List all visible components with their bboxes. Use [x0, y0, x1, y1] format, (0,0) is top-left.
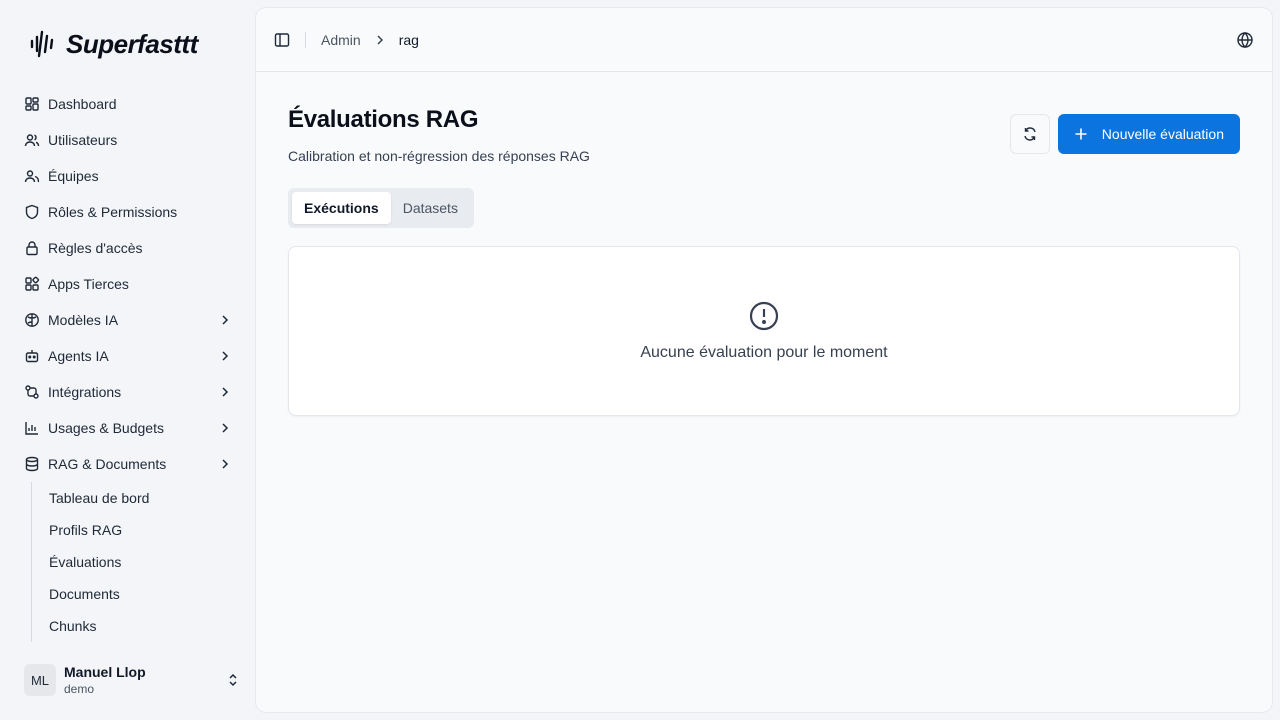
user-name: Manuel Llop — [64, 664, 146, 680]
sidebar-nav: Dashboard Utilisateurs Équipes Rôles & P… — [16, 86, 244, 642]
topbar: Admin rag — [256, 8, 1272, 72]
new-evaluation-label: Nouvelle évaluation — [1101, 126, 1224, 142]
breadcrumb-admin[interactable]: Admin — [321, 32, 361, 48]
refresh-button[interactable] — [1009, 114, 1050, 154]
sidebar-item-label: Rôles & Permissions — [48, 204, 178, 220]
chevron-right-icon — [218, 349, 232, 363]
sidebar-item-ai-agents[interactable]: Agents IA — [16, 338, 244, 374]
subnav-item-rag-dashboard[interactable]: Tableau de bord — [49, 482, 244, 514]
divider — [305, 31, 306, 48]
sidebar-item-users[interactable]: Utilisateurs — [16, 122, 244, 158]
sidebar-item-label: Équipes — [48, 168, 99, 184]
bar-chart-icon — [24, 420, 40, 436]
lock-icon — [24, 240, 40, 256]
sidebar-item-teams[interactable]: Équipes — [16, 158, 244, 194]
brain-icon — [24, 312, 40, 328]
sidebar-item-label: Usages & Budgets — [48, 420, 164, 436]
user-menu[interactable]: ML Manuel Llop demo — [24, 660, 240, 700]
integrations-icon — [24, 384, 40, 400]
empty-state-card: Aucune évaluation pour le moment — [288, 246, 1240, 416]
teams-icon — [24, 168, 40, 184]
users-icon — [24, 132, 40, 148]
sidebar-item-label: Intégrations — [48, 384, 122, 400]
chevron-right-icon — [218, 385, 232, 399]
sidebar-item-integrations[interactable]: Intégrations — [16, 374, 244, 410]
chevron-right-icon — [218, 313, 232, 327]
sidebar-toggle-icon[interactable] — [274, 32, 290, 48]
sidebar-item-usage-budgets[interactable]: Usages & Budgets — [16, 410, 244, 446]
breadcrumb-current: rag — [398, 31, 419, 48]
subnav-item-documents[interactable]: Documents — [49, 578, 244, 610]
sidebar-item-roles[interactable]: Rôles & Permissions — [16, 194, 244, 230]
sidebar-item-label: Dashboard — [48, 96, 117, 112]
empty-state-message: Aucune évaluation pour le moment — [640, 344, 888, 361]
sidebar-item-label: RAG & Documents — [48, 456, 167, 472]
avatar: ML — [24, 664, 56, 696]
sidebar-item-label: Modèles IA — [48, 312, 119, 328]
sidebar-item-dashboard[interactable]: Dashboard — [16, 86, 244, 122]
refresh-icon — [1022, 126, 1038, 142]
tab-datasets[interactable]: Datasets — [391, 192, 470, 224]
brand-name: Superfasttt — [66, 28, 198, 59]
shield-icon — [24, 204, 40, 220]
soundwave-logo-icon — [28, 28, 60, 60]
sidebar-item-rag-documents[interactable]: RAG & Documents — [16, 446, 244, 482]
tabs: Exécutions Datasets — [288, 188, 474, 228]
plus-icon — [1074, 127, 1088, 141]
chevron-right-icon — [218, 457, 232, 471]
page-content: Évaluations RAG Calibration et non-régre… — [288, 106, 1240, 416]
sidebar-item-label: Règles d'accès — [48, 240, 143, 256]
breadcrumb: Admin rag — [321, 32, 419, 48]
user-role: demo — [64, 682, 95, 696]
sidebar-item-label: Utilisateurs — [48, 132, 118, 148]
dashboard-icon — [24, 96, 40, 112]
chevrons-up-down-icon — [226, 673, 240, 687]
alert-circle-icon — [748, 300, 780, 332]
sidebar: Superfasttt Dashboard Utilisateurs Équip… — [0, 0, 256, 720]
sidebar-item-label: Apps Tierces — [48, 276, 129, 292]
database-icon — [24, 456, 40, 472]
sidebar-item-access-rules[interactable]: Règles d'accès — [16, 230, 244, 266]
sidebar-item-third-party-apps[interactable]: Apps Tierces — [16, 266, 244, 302]
brand-logo[interactable]: Superfasttt — [28, 26, 198, 62]
globe-icon[interactable] — [1236, 31, 1254, 49]
user-info: Manuel Llop demo — [64, 664, 226, 696]
page-actions: Nouvelle évaluation — [1009, 114, 1240, 154]
sidebar-item-ai-models[interactable]: Modèles IA — [16, 302, 244, 338]
rag-subnav: Tableau de bord Profils RAG Évaluations … — [31, 482, 244, 642]
apps-icon — [24, 276, 40, 292]
subnav-item-evaluations[interactable]: Évaluations — [49, 546, 244, 578]
chevron-right-icon — [373, 33, 387, 47]
tab-executions[interactable]: Exécutions — [292, 192, 391, 224]
subnav-item-rag-profiles[interactable]: Profils RAG — [49, 514, 244, 546]
bot-icon — [24, 348, 40, 364]
subnav-item-chunks[interactable]: Chunks — [49, 610, 244, 642]
main-panel: Admin rag Évaluations RAG Calibration et… — [256, 8, 1272, 712]
sidebar-item-label: Agents IA — [48, 348, 109, 364]
chevron-right-icon — [218, 421, 232, 435]
new-evaluation-button[interactable]: Nouvelle évaluation — [1057, 114, 1240, 154]
